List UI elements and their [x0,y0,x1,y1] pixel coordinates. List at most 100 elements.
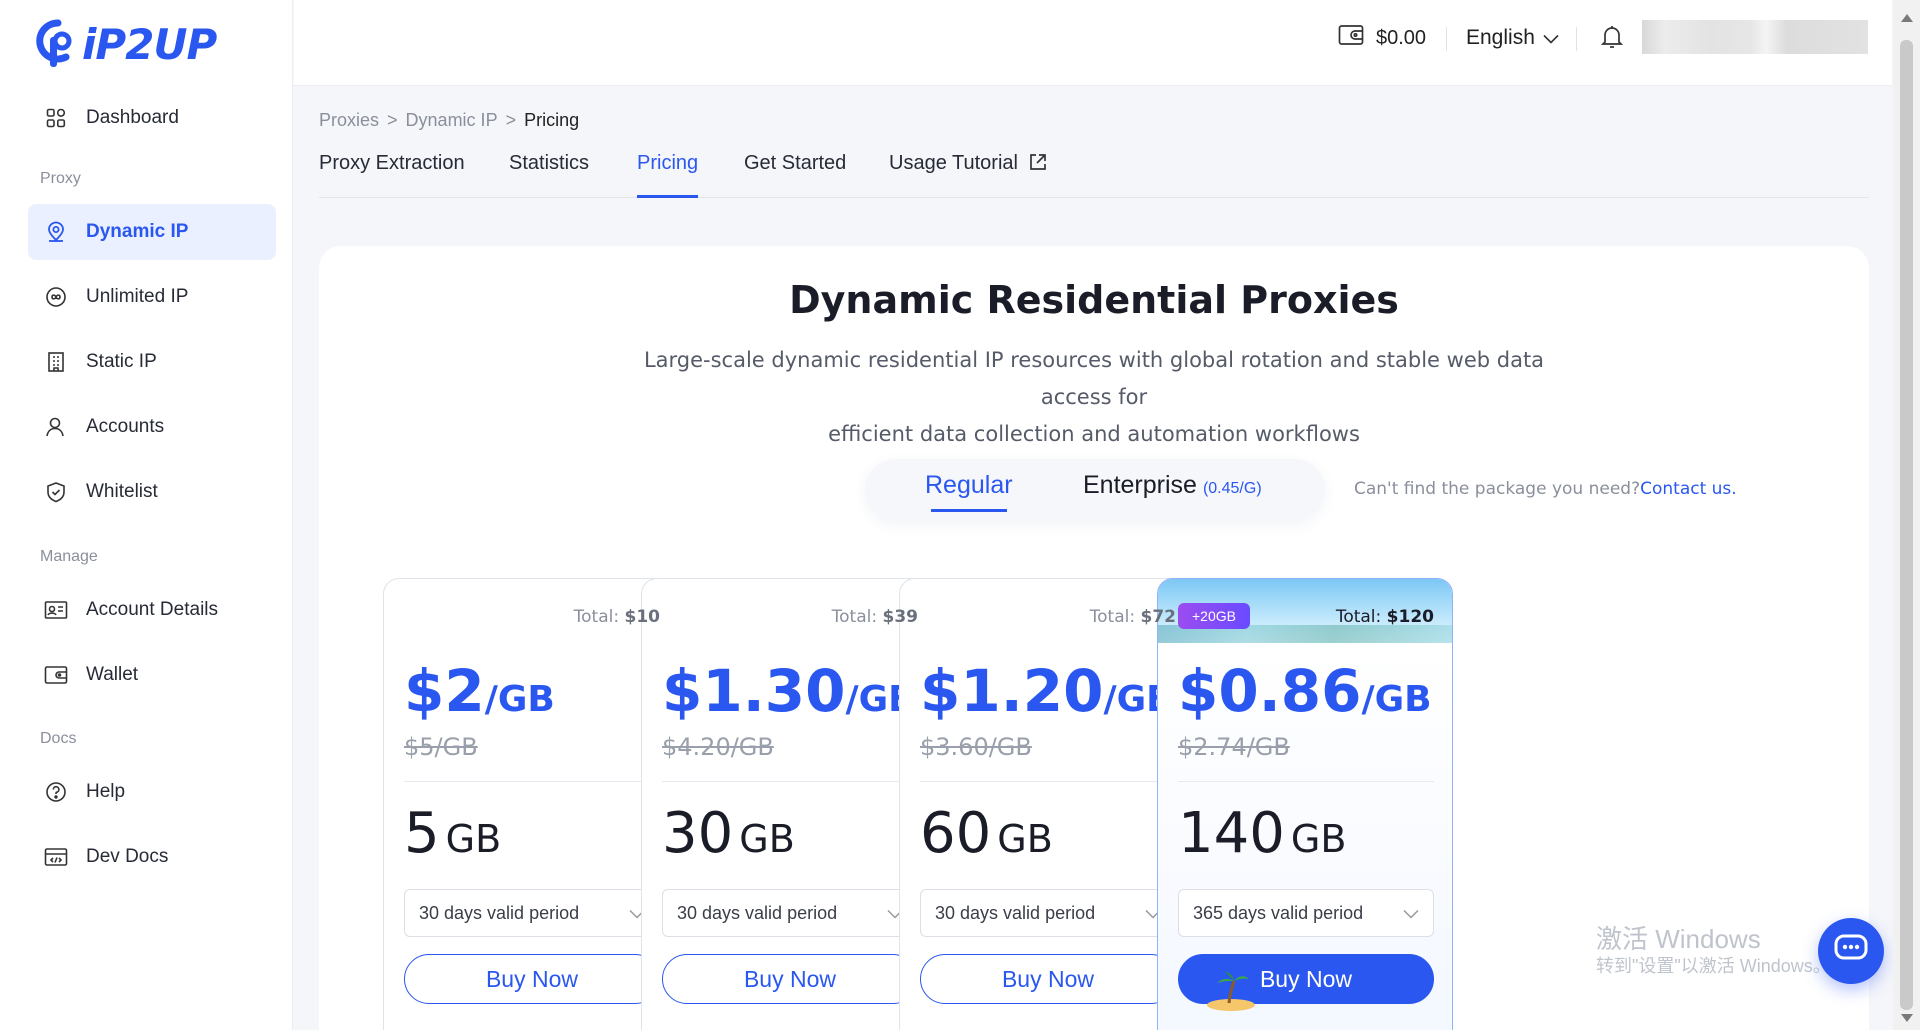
sidebar-item-wallet[interactable]: Wallet [28,647,276,703]
plan-price: $1.20/GB [920,657,1174,725]
windows-activation-watermark: 激活 Windows 转到"设置"以激活 Windows。 [1596,924,1831,978]
sidebar-item-whitelist[interactable]: Whitelist [28,464,276,520]
help-question: Can't find the package you need? [1354,479,1641,499]
buy-now-button[interactable]: Buy Now [920,954,1176,1004]
plan-total: Total: $72 [1090,607,1176,627]
sidebar-item-static-ip[interactable]: Static IP [28,334,276,390]
plan-price-amount: $2 [404,657,485,725]
sidebar-item-label: Whitelist [86,481,158,502]
scroll-thumb[interactable] [1900,40,1913,1010]
switch-regular[interactable]: Regular [925,471,1013,500]
plan-size: 60 GB [920,801,1053,866]
buy-now-button[interactable]: Buy Now [404,954,660,1004]
help-circle-icon [44,780,68,804]
validity-period-value: 30 days valid period [677,902,838,923]
breadcrumb-separator: > [387,110,398,130]
validity-period-select[interactable]: 30 days valid period [662,889,918,937]
plan-size-number: 60 [920,801,992,866]
breadcrumb: Proxies > Dynamic IP > Pricing [319,110,579,131]
buy-now-label: Buy Now [1259,965,1353,992]
plan-total-value: $39 [882,607,919,627]
plan-price: $2/GB [404,657,555,725]
validity-period-select[interactable]: 30 days valid period [404,889,660,937]
tab-get-started[interactable]: Get Started [744,152,846,196]
plan-type-switch: Regular Enterprise (0.45/G) [865,459,1325,521]
wallet-icon [44,663,68,687]
plan-size-unit: GB [739,817,795,861]
sidebar-item-account-details[interactable]: Account Details [28,582,276,638]
switch-enterprise-label: Enterprise [1083,471,1197,499]
sidebar-item-label: Dynamic IP [86,221,189,242]
sidebar-item-unlimited-ip[interactable]: Unlimited IP [28,269,276,325]
plan-size-unit: GB [997,817,1053,861]
validity-period-value: 30 days valid period [935,902,1096,923]
plan-price-amount: $1.20 [920,657,1104,725]
page-subtitle: Large-scale dynamic residential IP resou… [609,342,1579,453]
plan-total-label: Total: [1335,607,1382,627]
plan-card-30gb: Total: $39 $1.30/GB $4.20/GB 30 GB 30 day… [641,578,937,1030]
plan-total: Total: $39 [832,607,918,627]
grid-icon [44,106,68,130]
plan-size-unit: GB [445,817,502,861]
tab-label: Proxy Extraction [319,152,465,174]
brand-logo[interactable]: iP2UP [36,16,217,72]
switch-enterprise[interactable]: Enterprise (0.45/G) [1083,471,1262,500]
switch-enterprise-note: (0.45/G) [1202,480,1262,497]
tab-usage-tutorial[interactable]: Usage Tutorial [889,152,1048,196]
breadcrumb-dynamic-ip[interactable]: Dynamic IP [406,110,498,131]
balance-display[interactable]: $0.00 [1338,24,1426,52]
plan-original-price: $4.20/GB [662,733,774,761]
subtitle-line-1: Large-scale dynamic residential IP resou… [643,348,1545,409]
buy-now-button[interactable]: Buy Now [662,954,918,1004]
scroll-down-arrow-icon[interactable] [1901,1014,1913,1022]
tab-label: Pricing [637,152,699,174]
plan-price-amount: $0.86 [1178,657,1362,725]
divider [1446,27,1447,51]
language-selector[interactable]: English [1466,26,1559,50]
validity-period-select[interactable]: 30 days valid period [920,889,1176,937]
chat-support-button[interactable] [1818,918,1884,984]
tab-statistics[interactable]: Statistics [509,152,589,196]
plan-price-unit: /GB [1361,679,1432,720]
sidebar: iP2UP Dashboard Proxy Dynamic IP Unlimit… [0,0,293,1030]
building-icon [44,350,68,374]
plan-size-number: 30 [662,801,734,866]
tab-proxy-extraction[interactable]: Proxy Extraction [319,152,465,196]
pricing-card: Dynamic Residential Proxies Large-scale … [319,246,1869,1030]
breadcrumb-current: Pricing [524,110,580,130]
sidebar-section-proxy: Proxy [40,170,81,187]
chevron-down-icon [1403,903,1419,924]
sidebar-section-docs: Docs [40,730,77,747]
top-bar: $0.00 English [294,0,1892,86]
sidebar-item-dashboard[interactable]: Dashboard [28,90,276,146]
sidebar-item-accounts[interactable]: Accounts [28,399,276,455]
contact-us-link[interactable]: Contact us. [1640,479,1737,499]
sidebar-item-dev-docs[interactable]: Dev Docs [28,829,276,885]
validity-period-value: 365 days valid period [1193,902,1364,923]
sidebar-item-help[interactable]: Help [28,764,276,820]
page-title: Dynamic Residential Proxies [789,278,1399,322]
sidebar-item-dynamic-ip[interactable]: Dynamic IP [28,204,276,260]
help-text: Can't find the package you need?Contact … [1354,479,1737,499]
wallet-icon [1338,24,1364,52]
plan-card-60gb: Total: $72 $1.20/GB $3.60/GB 60 GB 30 day… [899,578,1195,1030]
plan-total: Total: $10 [574,607,660,627]
language-label: English [1466,26,1535,49]
scroll-up-arrow-icon[interactable] [1901,14,1913,22]
bell-icon[interactable] [1600,24,1624,55]
plan-total-value: $72 [1140,607,1177,627]
plan-size-number: 5 [404,801,440,866]
balance-amount: $0.00 [1376,26,1427,49]
sidebar-item-label: Wallet [86,664,139,685]
chat-bubble-icon [1834,934,1868,969]
plan-price-unit: /GB [484,679,555,720]
plan-total-label: Total: [831,607,878,627]
buy-now-button[interactable]: Buy Now [1178,954,1434,1011]
switch-active-indicator [931,509,1007,512]
user-menu[interactable] [1642,20,1868,54]
breadcrumb-proxies[interactable]: Proxies [319,110,379,131]
plan-size: 30 GB [662,801,795,866]
tab-pricing[interactable]: Pricing [637,152,699,198]
validity-period-select[interactable]: 365 days valid period [1178,889,1434,937]
page-scrollbar[interactable] [1893,0,1920,1030]
